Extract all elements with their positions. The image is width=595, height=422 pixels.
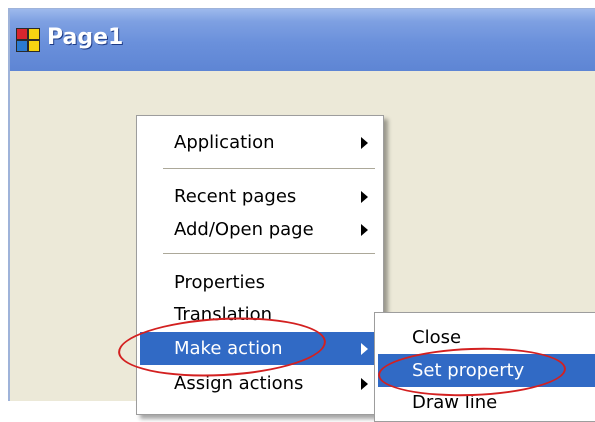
submenu-item-close[interactable]: Close <box>378 321 595 354</box>
app-window-icon <box>16 28 40 52</box>
menu-item-recent-pages[interactable]: Recent pages <box>140 180 380 213</box>
submenu-item-label: Draw line <box>412 392 498 413</box>
menu-separator <box>163 253 375 255</box>
menu-item-label: Add/Open page <box>174 219 314 240</box>
window-title: Page1 <box>47 25 124 50</box>
submenu-item-label: Set property <box>412 360 525 381</box>
menu-item-properties[interactable]: Properties <box>140 266 380 299</box>
menu-item-label: Recent pages <box>174 186 297 207</box>
submenu-arrow-icon <box>361 378 368 390</box>
submenu-item-label: Close <box>412 327 462 348</box>
menu-item-label: Make action <box>174 338 283 359</box>
submenu-item-draw-line[interactable]: Draw line <box>378 386 595 419</box>
menu-item-translation[interactable]: Translation <box>140 298 380 331</box>
menu-item-label: Properties <box>174 272 265 293</box>
menu-item-application[interactable]: Application <box>140 126 380 159</box>
menu-separator <box>163 168 375 170</box>
make-action-submenu: Close Set property Draw line <box>374 312 595 422</box>
context-menu: Application Recent pages Add/Open page P… <box>136 115 384 415</box>
menu-item-label: Translation <box>174 304 273 325</box>
menu-item-add-open-page[interactable]: Add/Open page <box>140 213 380 246</box>
title-bar[interactable]: Page1 <box>10 9 595 71</box>
submenu-arrow-icon <box>361 224 368 236</box>
menu-item-make-action[interactable]: Make action <box>140 332 380 365</box>
submenu-item-set-property[interactable]: Set property <box>378 354 595 387</box>
submenu-arrow-icon <box>361 137 368 149</box>
menu-item-assign-actions[interactable]: Assign actions <box>140 367 380 400</box>
menu-item-label: Application <box>174 132 275 153</box>
submenu-arrow-icon <box>361 191 368 203</box>
menu-item-label: Assign actions <box>174 373 304 394</box>
submenu-arrow-icon <box>361 343 368 355</box>
